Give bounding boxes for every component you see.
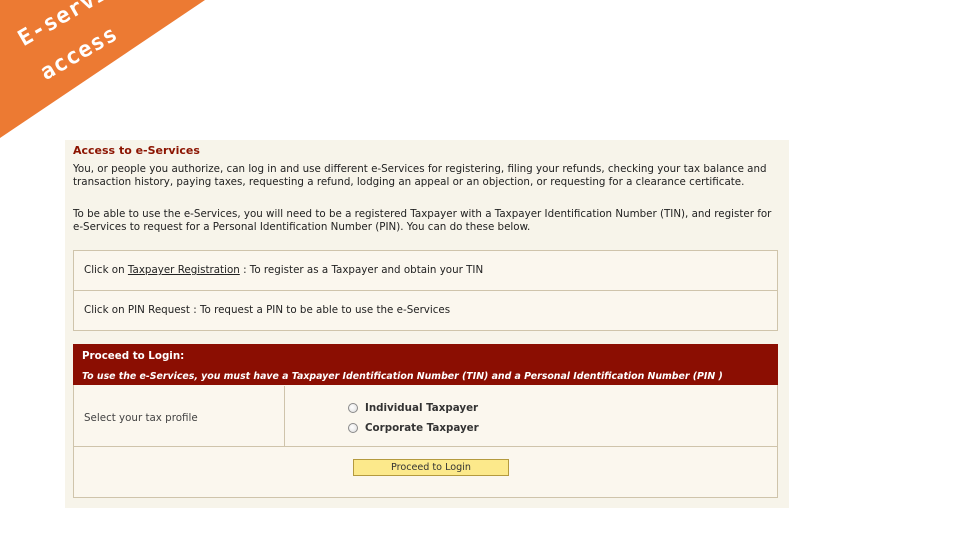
individual-taxpayer-option[interactable]: Individual Taxpayer xyxy=(348,402,478,414)
registration-prefix: Click on xyxy=(84,264,128,276)
section-title: Access to e-Services xyxy=(73,144,200,157)
corporate-taxpayer-radio[interactable] xyxy=(348,423,358,433)
tax-profile-row: Select your tax profile Individual Taxpa… xyxy=(74,386,777,447)
corporate-taxpayer-option[interactable]: Corporate Taxpayer xyxy=(348,422,479,434)
individual-taxpayer-radio[interactable] xyxy=(348,403,358,413)
login-header: Proceed to Login: To use the e-Services,… xyxy=(73,344,778,385)
proceed-to-login-button[interactable]: Proceed to Login xyxy=(353,459,509,476)
registration-text: Click on Taxpayer Registration : To regi… xyxy=(84,264,483,276)
registration-row: Click on Taxpayer Registration : To regi… xyxy=(73,250,778,291)
pin-request-row: Click on PIN Request : To request a PIN … xyxy=(73,291,778,331)
intro-paragraph: You, or people you authorize, can log in… xyxy=(73,163,767,189)
eservices-panel: Access to e-Services You, or people you … xyxy=(65,140,789,508)
login-section: Proceed to Login: To use the e-Services,… xyxy=(73,344,778,498)
individual-taxpayer-label[interactable]: Individual Taxpayer xyxy=(365,402,478,414)
taxpayer-registration-link[interactable]: Taxpayer Registration xyxy=(128,264,240,276)
login-title: Proceed to Login: xyxy=(82,350,185,362)
corporate-taxpayer-label[interactable]: Corporate Taxpayer xyxy=(365,422,479,434)
pin-request-text: Click on PIN Request : To request a PIN … xyxy=(84,304,451,316)
tax-profile-label: Select your tax profile xyxy=(84,412,198,424)
login-subtitle: To use the e-Services, you must have a T… xyxy=(82,371,723,382)
requirements-paragraph: To be able to use the e-Services, you wi… xyxy=(73,208,772,234)
corner-banner: E-service access xyxy=(0,0,260,160)
column-divider xyxy=(284,386,285,446)
registration-suffix: : To register as a Taxpayer and obtain y… xyxy=(239,264,484,276)
